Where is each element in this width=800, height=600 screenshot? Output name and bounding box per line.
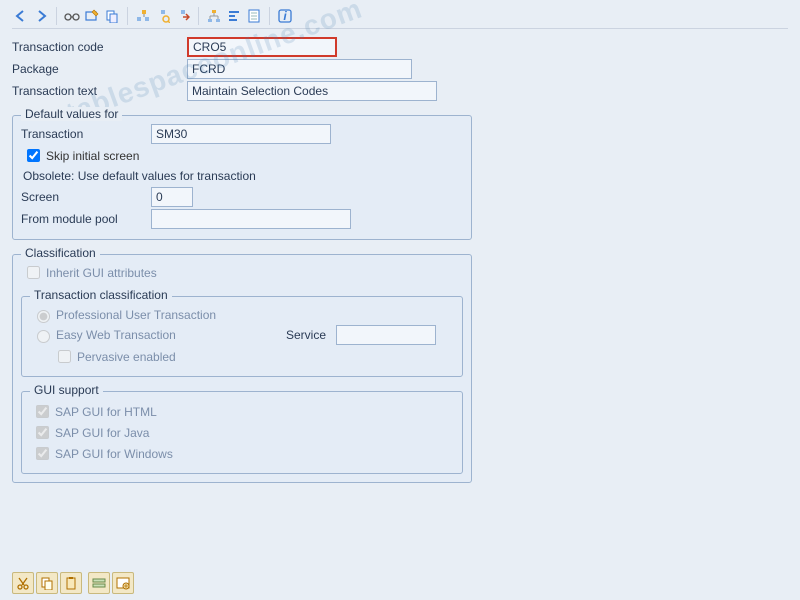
screen-input[interactable] bbox=[151, 187, 193, 207]
service-label: Service bbox=[286, 328, 336, 342]
sheet-icon[interactable] bbox=[245, 7, 263, 25]
tree-search-icon[interactable] bbox=[154, 7, 172, 25]
easy-radio bbox=[37, 330, 50, 343]
forward-icon[interactable] bbox=[32, 7, 50, 25]
mpool-input[interactable] bbox=[151, 209, 351, 229]
paste-icon[interactable] bbox=[60, 572, 82, 594]
gui-win-label: SAP GUI for Windows bbox=[55, 447, 173, 461]
transaction-label: Transaction bbox=[21, 127, 151, 141]
defaults-group: Default values for Transaction Skip init… bbox=[12, 115, 472, 240]
gui-win-checkbox bbox=[36, 447, 49, 460]
gui-support-title: GUI support bbox=[30, 383, 103, 397]
back-icon[interactable] bbox=[12, 7, 30, 25]
toolbar: i bbox=[12, 4, 788, 29]
screen-label: Screen bbox=[21, 190, 151, 204]
service-input bbox=[336, 325, 436, 345]
gui-support-group: GUI support SAP GUI for HTML SAP GUI for… bbox=[21, 391, 463, 474]
mpool-label: From module pool bbox=[21, 212, 151, 226]
inherit-label: Inherit GUI attributes bbox=[46, 266, 157, 280]
ttext-label: Transaction text bbox=[12, 84, 187, 98]
package-label: Package bbox=[12, 62, 187, 76]
bottom-toolbar bbox=[12, 572, 134, 594]
svg-text:i: i bbox=[283, 9, 287, 23]
package-input[interactable] bbox=[187, 59, 412, 79]
hierarchy-icon[interactable] bbox=[205, 7, 223, 25]
gui-html-checkbox bbox=[36, 405, 49, 418]
config-icon[interactable] bbox=[112, 572, 134, 594]
add-row-icon[interactable] bbox=[88, 572, 110, 594]
ttext-input[interactable] bbox=[187, 81, 437, 101]
skip-initial-label: Skip initial screen bbox=[46, 149, 139, 163]
tcode-input[interactable] bbox=[187, 37, 337, 57]
transaction-input[interactable] bbox=[151, 124, 331, 144]
gui-java-label: SAP GUI for Java bbox=[55, 426, 149, 440]
classification-group: Classification Inherit GUI attributes Tr… bbox=[12, 254, 472, 483]
tree-export-icon[interactable] bbox=[174, 7, 192, 25]
display-change-icon[interactable] bbox=[83, 7, 101, 25]
tree-expand-icon[interactable] bbox=[134, 7, 152, 25]
inherit-checkbox bbox=[27, 266, 40, 279]
tcode-label: Transaction code bbox=[12, 40, 187, 54]
pervasive-label: Pervasive enabled bbox=[77, 350, 176, 364]
info-icon[interactable]: i bbox=[276, 7, 294, 25]
skip-initial-checkbox[interactable] bbox=[27, 149, 40, 162]
classification-title: Classification bbox=[21, 246, 100, 260]
trans-class-group: Transaction classification Professional … bbox=[21, 296, 463, 377]
copy-clip-icon[interactable] bbox=[36, 572, 58, 594]
obsolete-note: Obsolete: Use default values for transac… bbox=[23, 169, 463, 183]
prof-label: Professional User Transaction bbox=[56, 308, 216, 322]
prof-radio bbox=[37, 310, 50, 323]
glasses-icon[interactable] bbox=[63, 7, 81, 25]
gui-html-label: SAP GUI for HTML bbox=[55, 405, 157, 419]
easy-label: Easy Web Transaction bbox=[56, 328, 286, 342]
copy-icon[interactable] bbox=[103, 7, 121, 25]
trans-class-title: Transaction classification bbox=[30, 288, 172, 302]
align-left-icon[interactable] bbox=[225, 7, 243, 25]
cut-icon[interactable] bbox=[12, 572, 34, 594]
pervasive-checkbox bbox=[58, 350, 71, 363]
defaults-title: Default values for bbox=[21, 107, 122, 121]
gui-java-checkbox bbox=[36, 426, 49, 439]
